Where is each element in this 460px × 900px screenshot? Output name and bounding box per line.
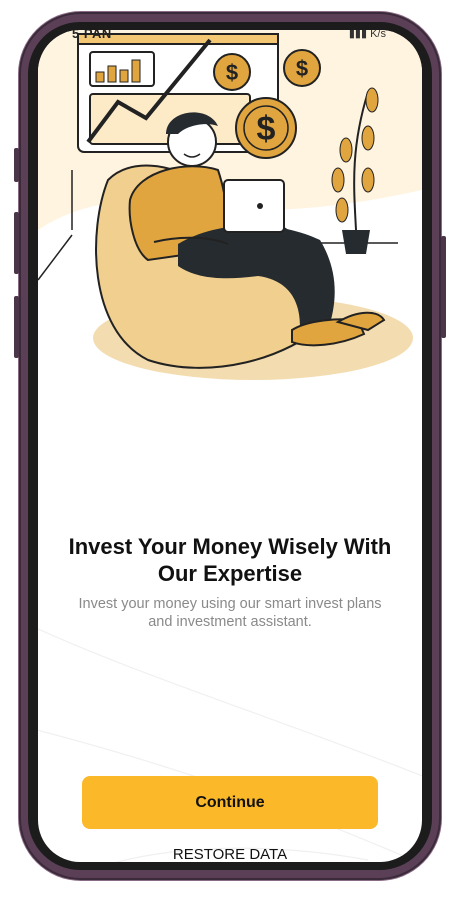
continue-button[interactable]: Continue bbox=[82, 776, 378, 829]
svg-text:$: $ bbox=[296, 56, 308, 81]
hero-illustration: $ $ $ bbox=[38, 30, 422, 390]
onboarding-subtitle: Invest your money using our smart invest… bbox=[78, 596, 382, 630]
status-carrier: 5 PAN bbox=[72, 30, 112, 41]
dollar-coin-icon: $ bbox=[235, 97, 297, 159]
laptop-icon bbox=[223, 179, 285, 233]
onboarding-title: Invest Your Money Wisely With Our Expert… bbox=[68, 534, 392, 586]
volume-down-button bbox=[14, 296, 19, 358]
signal-icon: ▮▮▮ bbox=[348, 30, 368, 40]
restore-data-link[interactable]: RESTORE DATA bbox=[38, 846, 422, 862]
dollar-coin-icon: $ bbox=[213, 53, 251, 91]
network-speed: K/s bbox=[370, 30, 386, 40]
dollar-coin-icon: $ bbox=[283, 49, 321, 87]
app-screen: 5 PAN ▮▮▮ K/s $ $ $ Invest Your Money Wi… bbox=[38, 30, 422, 862]
svg-text:$: $ bbox=[226, 60, 238, 85]
status-bar: 5 PAN ▮▮▮ K/s bbox=[38, 30, 422, 50]
status-network: ▮▮▮ K/s bbox=[349, 30, 386, 40]
side-button-right bbox=[441, 236, 446, 338]
volume-up-button bbox=[14, 212, 19, 274]
power-button bbox=[14, 148, 19, 182]
svg-text:$: $ bbox=[257, 110, 276, 148]
